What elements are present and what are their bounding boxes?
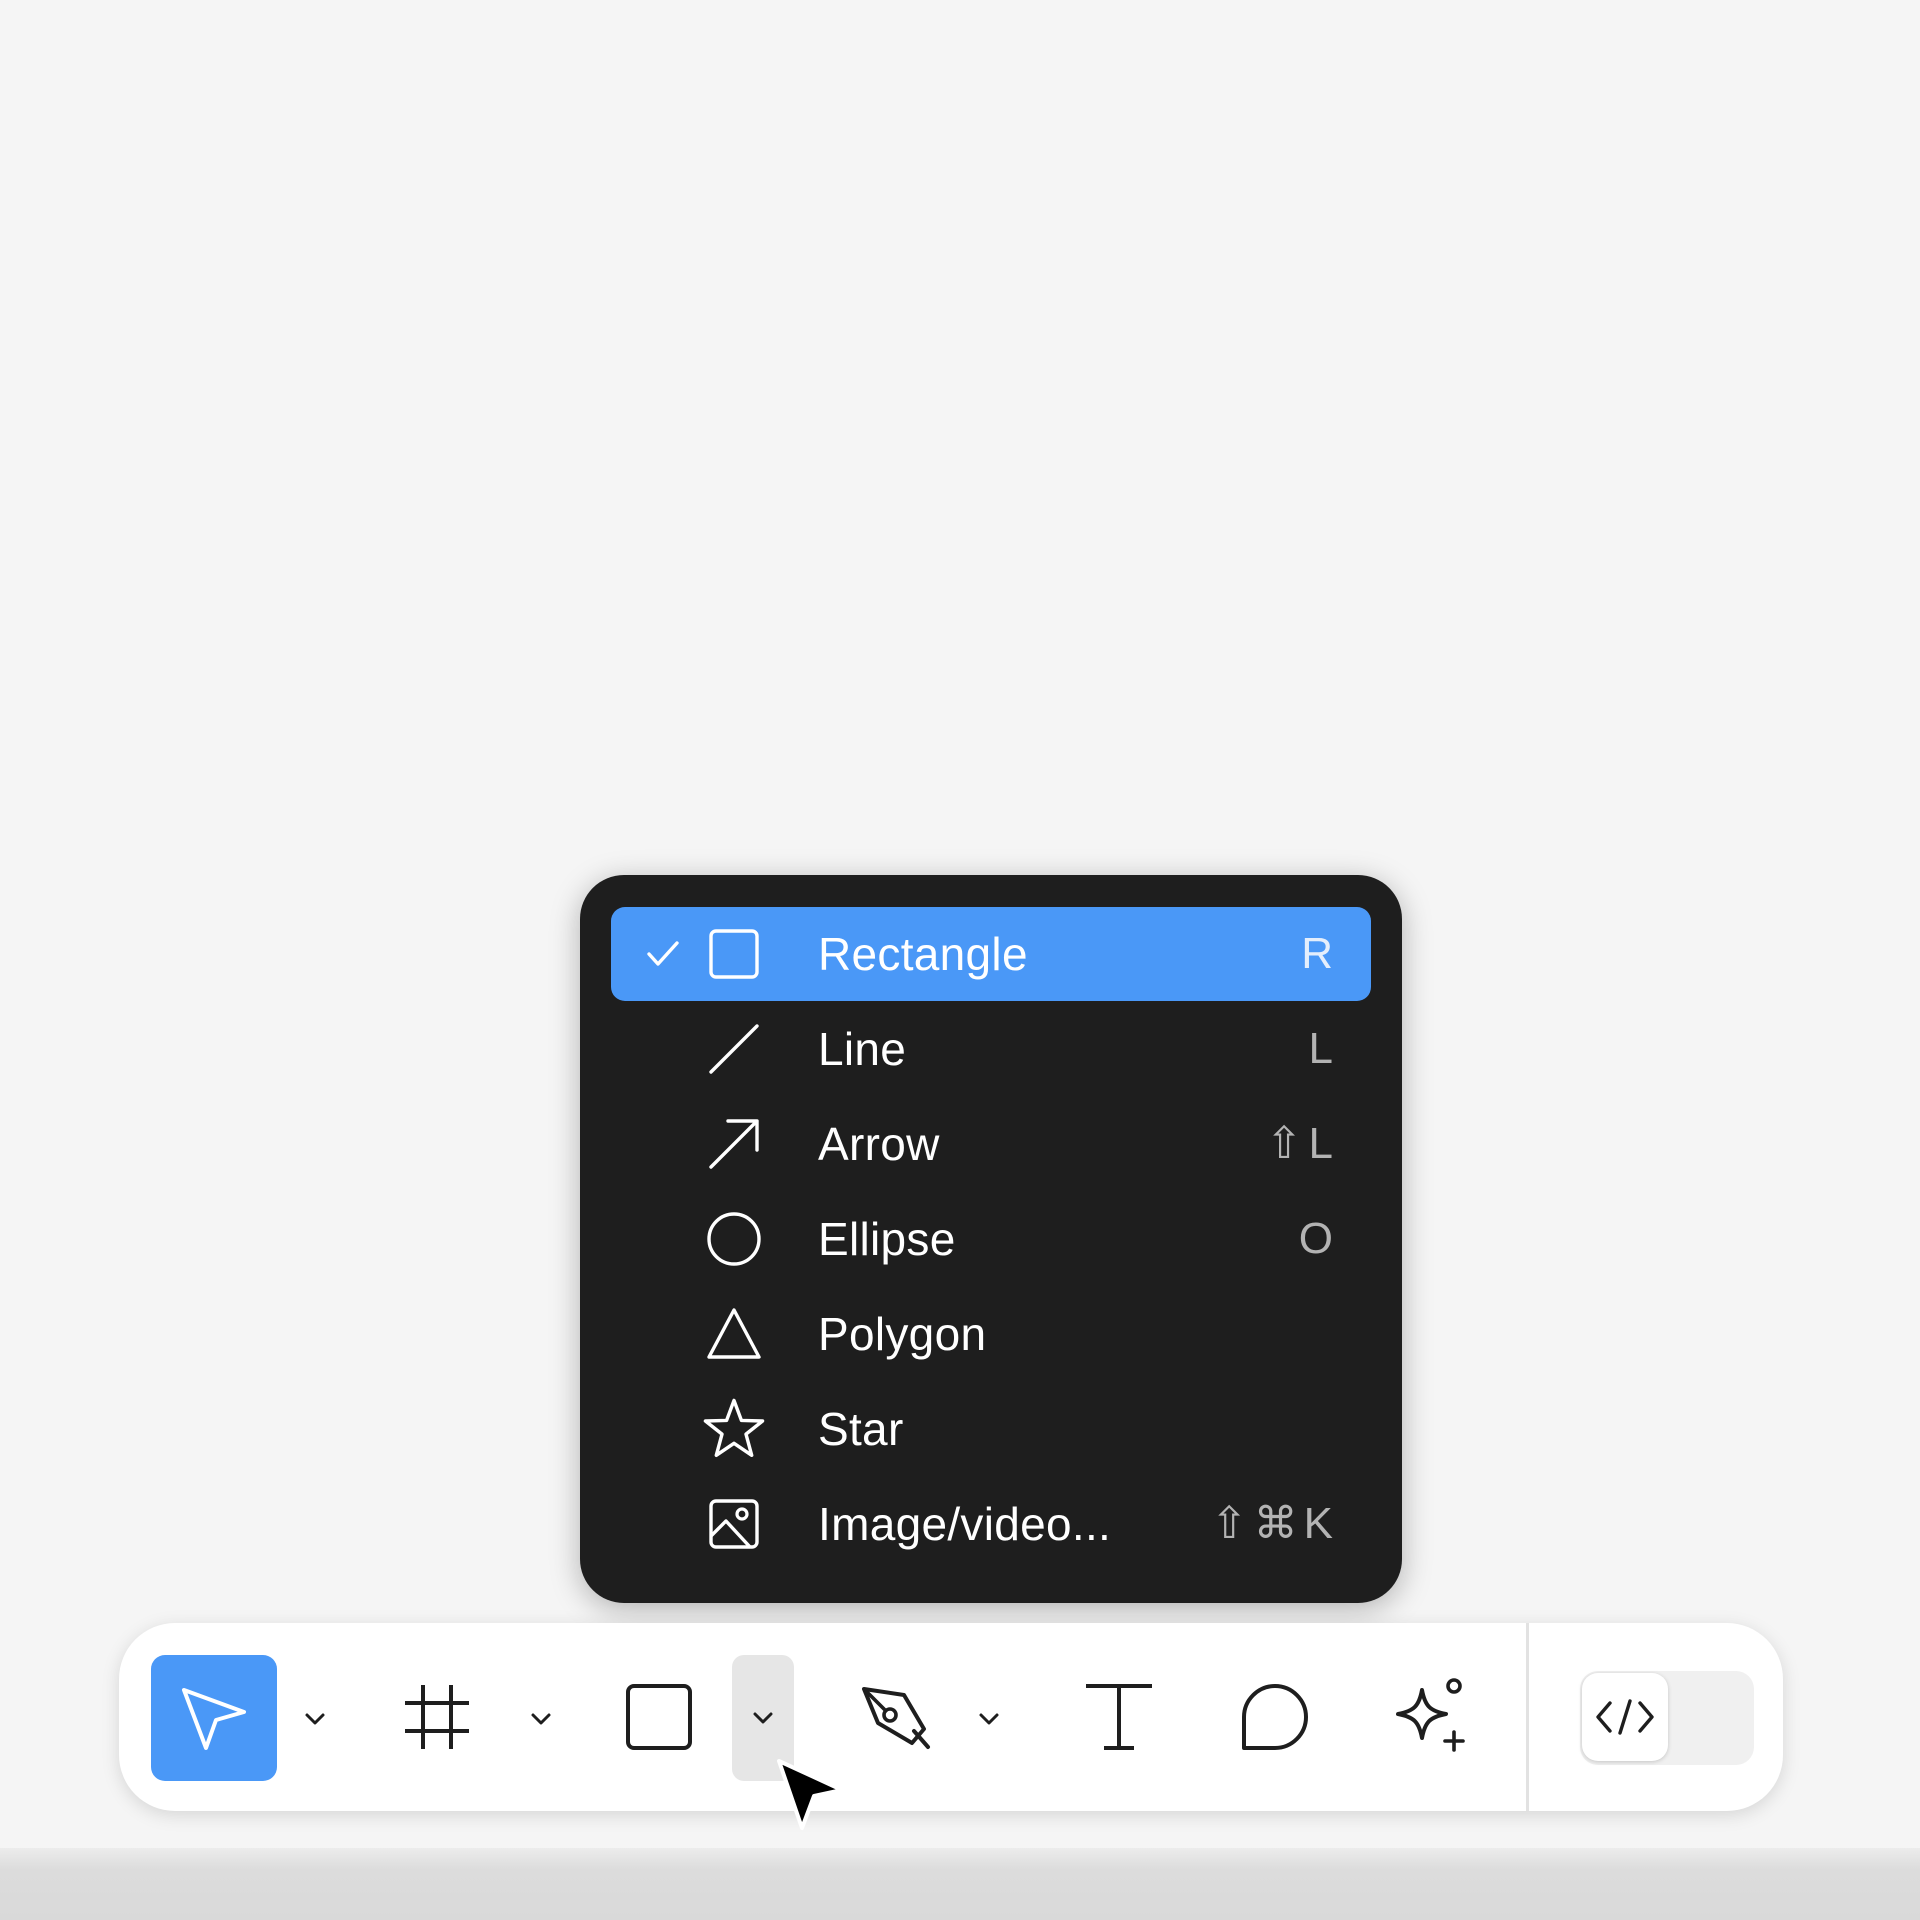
menu-item-ellipse[interactable]: Ellipse O [611, 1192, 1371, 1286]
menu-item-label: Image/video... [818, 1498, 1112, 1550]
text-tool-button[interactable] [1079, 1677, 1159, 1757]
menu-item-label: Ellipse [818, 1213, 956, 1265]
rectangle-tool-button[interactable] [619, 1677, 699, 1757]
menu-item-shortcut: L [1308, 1024, 1339, 1073]
menu-item-shortcut: ⇧⌘K [1210, 1499, 1339, 1548]
comment-bubble-icon [1242, 1684, 1308, 1750]
move-cursor-icon [182, 1688, 246, 1750]
code-brackets-icon [1596, 1699, 1654, 1735]
rectangle-icon [709, 929, 759, 979]
polygon-icon [707, 1308, 761, 1359]
window-bottom-strip [0, 1848, 1920, 1920]
image-icon [709, 1499, 759, 1549]
pen-tool-button[interactable] [854, 1675, 938, 1759]
menu-item-star[interactable]: Star [611, 1382, 1371, 1476]
toolbar-divider [1526, 1623, 1529, 1811]
dev-mode-toggle[interactable] [1580, 1671, 1754, 1765]
pen-nib-icon [862, 1687, 930, 1749]
star-icon [703, 1398, 765, 1457]
chevron-down-icon [305, 1713, 325, 1725]
menu-item-label: Rectangle [818, 928, 1028, 980]
menu-item-image-video[interactable]: Image/video... ⇧⌘K [611, 1477, 1371, 1571]
sparkle-plus-icon [1396, 1678, 1465, 1752]
menu-item-polygon[interactable]: Polygon [611, 1287, 1371, 1381]
frame-tool-dropdown[interactable] [517, 1689, 565, 1749]
chevron-down-icon [531, 1713, 551, 1725]
line-icon [709, 1024, 759, 1074]
menu-item-line[interactable]: Line L [611, 1002, 1371, 1096]
menu-item-shortcut: O [1298, 1214, 1339, 1263]
menu-item-shortcut: ⇧L [1265, 1119, 1339, 1168]
menu-item-rectangle[interactable]: Rectangle R [611, 907, 1371, 1001]
rectangle-icon [626, 1684, 692, 1750]
move-tool-dropdown[interactable] [291, 1689, 339, 1749]
menu-item-label: Star [818, 1403, 904, 1455]
menu-item-label: Arrow [818, 1118, 940, 1170]
menu-item-label: Polygon [818, 1308, 987, 1360]
move-tool-button[interactable] [151, 1655, 277, 1781]
dev-mode-toggle-knob [1582, 1673, 1668, 1761]
pen-tool-dropdown[interactable] [965, 1689, 1013, 1749]
text-icon [1086, 1684, 1152, 1750]
frame-tool-button[interactable] [399, 1679, 475, 1755]
chevron-down-icon [979, 1713, 999, 1725]
mouse-pointer-icon [777, 1759, 844, 1830]
frame-hash-icon [405, 1685, 469, 1749]
checkmark-icon [647, 941, 679, 966]
comment-tool-button[interactable] [1235, 1677, 1315, 1757]
bottom-toolbar [119, 1623, 1783, 1811]
menu-item-shortcut: R [1301, 929, 1339, 978]
chevron-down-icon [753, 1712, 773, 1724]
ellipse-icon [707, 1212, 761, 1266]
shape-tools-menu: Rectangle R Line L Arrow ⇧L Ellipse O Po… [580, 875, 1402, 1603]
arrow-icon [709, 1119, 759, 1169]
menu-item-label: Line [818, 1023, 907, 1075]
actions-ai-button[interactable] [1389, 1673, 1475, 1759]
menu-item-arrow[interactable]: Arrow ⇧L [611, 1097, 1371, 1191]
